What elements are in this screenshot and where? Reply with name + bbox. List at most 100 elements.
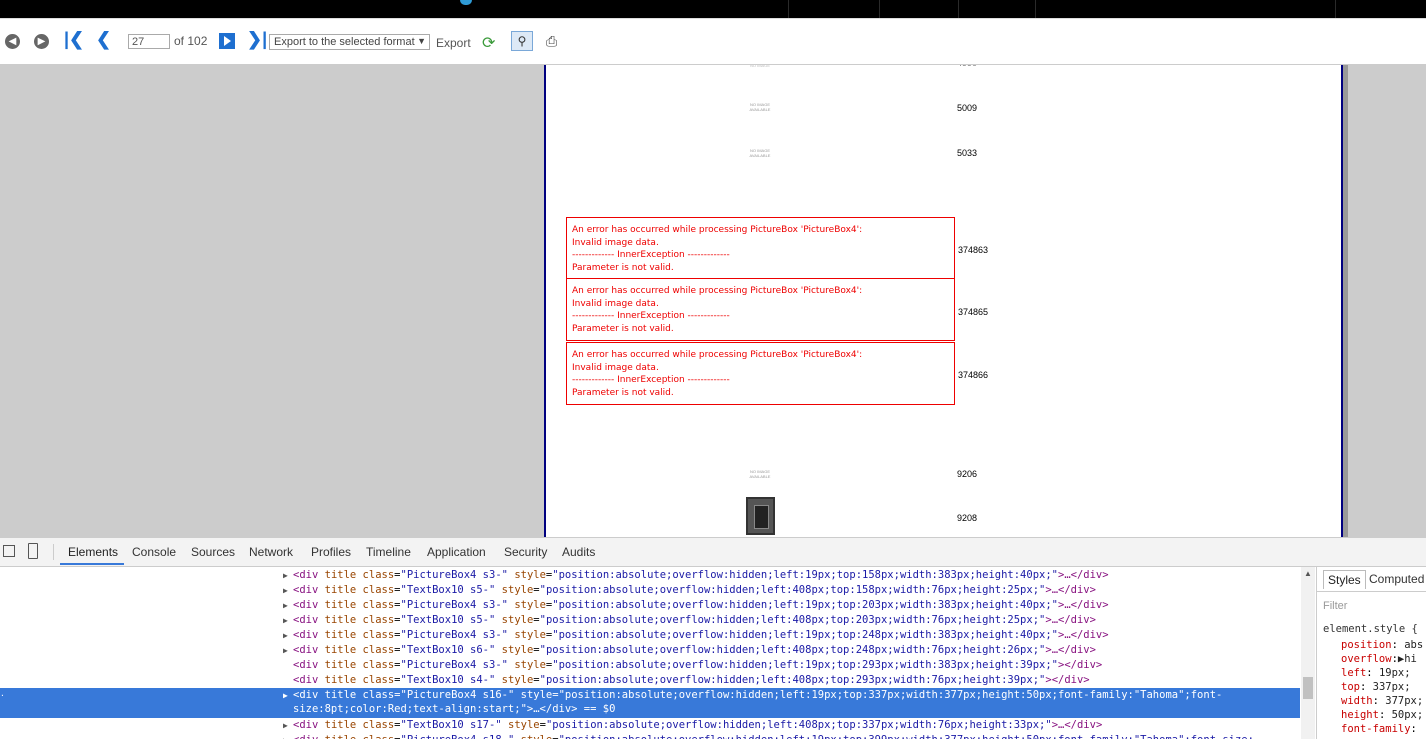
page-number-input[interactable]: [128, 34, 170, 49]
dom-node-row[interactable]: ▶ <div title class="TextBox10 s6-" style=…: [0, 643, 1300, 658]
style-value: position:absolute;overflow:hidden;left:4…: [545, 674, 1040, 686]
error-line: An error has occurred while processing P…: [572, 286, 863, 296]
style-property[interactable]: width: 377px;: [1341, 695, 1423, 707]
tab-elements[interactable]: Elements: [68, 545, 118, 559]
dom-node-row[interactable]: ▶<div title class="PictureBox4 s18-" sty…: [0, 733, 1300, 739]
dom-node-row[interactable]: <div title class="PictureBox4 s3-" style…: [0, 658, 1300, 673]
expand-arrow-icon[interactable]: ▶: [283, 628, 288, 643]
dom-node-row[interactable]: ▶ <div title class="PictureBox4 s3-" styl…: [0, 598, 1300, 613]
error-line: Parameter is not valid.: [572, 323, 674, 334]
class-value: PictureBox4 s3-: [406, 569, 502, 581]
no-image-placeholder: NO IMAGE AVAILABLE: [749, 469, 771, 479]
dom-node-row[interactable]: ▶ <div title class="TextBox10 s5-" style=…: [0, 583, 1300, 598]
dom-tree-scrollbar[interactable]: ▲: [1301, 567, 1315, 739]
inspect-element-icon[interactable]: [3, 545, 15, 557]
error-line: An error has occurred while processing P…: [572, 350, 863, 360]
brand-logo-icon: [460, 0, 472, 5]
no-image-placeholder: NO IMAGE AVAILABLE: [749, 148, 771, 158]
scroll-up-icon[interactable]: ▲: [1304, 569, 1312, 578]
expand-arrow-icon[interactable]: ▶: [283, 613, 288, 628]
refresh-icon[interactable]: ⟳: [482, 33, 495, 53]
style-property[interactable]: overflow:▶hi: [1341, 653, 1417, 665]
close-tag: …</div> == $0: [533, 703, 616, 715]
tab-profiles[interactable]: Profiles: [311, 545, 351, 559]
error-line: Invalid image data.: [572, 298, 659, 309]
back-icon[interactable]: ◀: [5, 34, 20, 49]
style-property[interactable]: font-family:: [1341, 723, 1417, 735]
styles-filter-input[interactable]: Filter: [1323, 600, 1347, 612]
previous-page-icon[interactable]: ❮: [96, 29, 111, 49]
tab-sources[interactable]: Sources: [191, 545, 235, 559]
class-value: TextBox10 s17-: [406, 719, 496, 731]
tab-network[interactable]: Network: [249, 545, 293, 559]
style-value: position:absolute;overflow:hidden;left:4…: [545, 584, 1040, 596]
style-property[interactable]: top: 337px;: [1341, 681, 1411, 693]
expand-arrow-icon[interactable]: ▶: [283, 583, 288, 598]
selected-dom-node[interactable]: · ▶ <div title class="PictureBox4 s16-" st…: [0, 688, 1300, 718]
active-tab-indicator: [60, 563, 124, 565]
error-line: An error has occurred while processing P…: [572, 225, 863, 235]
expand-arrow-icon[interactable]: ▶: [283, 688, 288, 703]
dom-node-row[interactable]: <div title class="TextBox10 s4-" style="…: [0, 673, 1300, 688]
page-total-label: of 102: [174, 34, 208, 48]
tab-application[interactable]: Application: [427, 545, 486, 559]
class-value: TextBox10 s4-: [406, 674, 490, 686]
close-tag: …</div>: [1064, 629, 1109, 641]
dom-node-row[interactable]: ▶ <div title class="TextBox10 s5-" style=…: [0, 613, 1300, 628]
item-number: 9208: [957, 513, 978, 523]
close-tag: </div>: [1064, 659, 1103, 671]
error-line: Parameter is not valid.: [572, 262, 674, 273]
class-value: TextBox10 s5-: [406, 584, 490, 596]
tab-timeline[interactable]: Timeline: [366, 545, 411, 559]
expand-arrow-icon[interactable]: ▶: [283, 733, 288, 739]
tab-console[interactable]: Console: [132, 545, 176, 559]
nav-divider: [879, 0, 880, 18]
styles-pane: Styles Computed Filter element.style { p…: [1316, 567, 1426, 739]
style-value: position:absolute;overflow:hidden;left:1…: [558, 659, 1052, 671]
style-value: position:absolute;overflow:hidden;left:4…: [552, 719, 1046, 731]
dom-node-row[interactable]: ▶ <div title class="PictureBox4 s3-" styl…: [0, 568, 1300, 583]
nav-divider: [1035, 0, 1036, 18]
expand-arrow-icon[interactable]: ▶: [283, 643, 288, 658]
nav-divider: [788, 0, 789, 18]
next-page-button[interactable]: [219, 33, 235, 49]
class-value: PictureBox4 s3-: [406, 599, 502, 611]
tab-computed[interactable]: Computed: [1369, 572, 1424, 586]
style-property[interactable]: position: abs: [1341, 639, 1423, 651]
style-property[interactable]: height: 50px;: [1341, 709, 1423, 721]
nav-divider: [1335, 0, 1336, 18]
expand-arrow-icon[interactable]: ▶: [283, 718, 288, 733]
tab-styles[interactable]: Styles: [1323, 570, 1366, 589]
dom-tree[interactable]: ▶ <div title class="PictureBox4 s3-" styl…: [0, 567, 1316, 739]
last-page-icon[interactable]: ❯|: [247, 29, 267, 49]
scrollbar-thumb[interactable]: [1303, 677, 1313, 699]
tab-divider: [53, 544, 54, 560]
tab-audits[interactable]: Audits: [562, 545, 595, 559]
class-value: PictureBox4 s3-: [406, 659, 502, 671]
export-button[interactable]: Export: [436, 36, 471, 50]
class-value: PictureBox4 s3-: [406, 629, 502, 641]
dom-node-row[interactable]: ▶ <div title class="TextBox10 s17-" style…: [0, 718, 1300, 733]
no-image-placeholder: NO IMAGE AVAILABLE: [749, 102, 771, 112]
style-property[interactable]: left: 19px;: [1341, 667, 1411, 679]
item-number: 374866: [958, 370, 989, 380]
device-toolbar-icon[interactable]: [28, 543, 38, 559]
class-value: PictureBox4 s18-: [407, 734, 508, 739]
style-value: position:absolute;overflow:hidden;left:4…: [545, 644, 1040, 656]
dom-node-row[interactable]: ▶ <div title class="PictureBox4 s3-" styl…: [0, 628, 1300, 643]
report-viewport[interactable]: NO IMAGE 4990 NO IMAGE AVAILABLE 5009 NO…: [0, 65, 1426, 537]
tab-security[interactable]: Security: [504, 545, 547, 559]
first-page-icon[interactable]: |❮: [64, 29, 84, 49]
print-icon[interactable]: ⎙: [546, 33, 557, 50]
export-format-select[interactable]: Export to the selected format ▼: [269, 34, 430, 50]
error-line: ------------- InnerException -----------…: [572, 375, 730, 386]
expand-arrow-icon[interactable]: ▶: [283, 598, 288, 613]
class-value: TextBox10 s6-: [406, 644, 490, 656]
error-box: An error has occurred while processing P…: [566, 217, 955, 279]
forward-icon[interactable]: ▶: [34, 34, 49, 49]
style-value: position:absolute;overflow:hidden;left:1…: [558, 569, 1052, 581]
expand-arrow-icon[interactable]: ▶: [283, 568, 288, 583]
search-icon[interactable]: ⚲: [511, 31, 533, 51]
nav-divider: [958, 0, 959, 18]
element-style-rule: element.style {: [1323, 623, 1418, 635]
